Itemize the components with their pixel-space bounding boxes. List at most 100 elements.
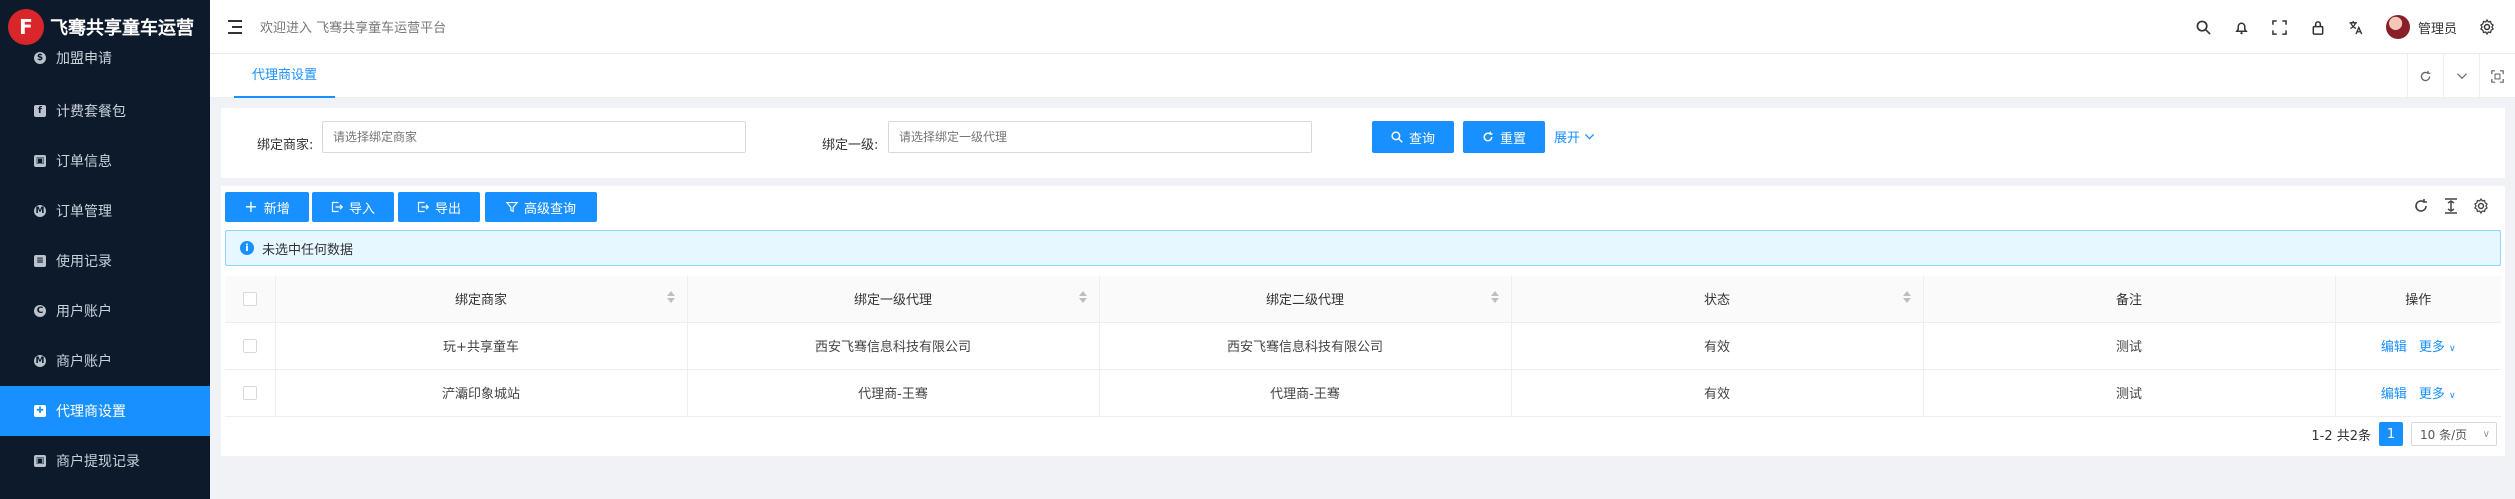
sidebar-item-order-management[interactable]: M 订单管理 xyxy=(0,186,210,236)
expand-icon[interactable] xyxy=(2479,54,2515,98)
column-header-remark: 备注 xyxy=(1923,276,2336,323)
welcome-text: 欢迎进入 飞骞共享童车运营平台 xyxy=(260,21,447,36)
edit-link[interactable]: 编辑 xyxy=(2381,387,2407,402)
query-button[interactable]: 查询 xyxy=(1372,121,1454,153)
reload-icon[interactable] xyxy=(2413,198,2429,218)
more-link[interactable]: 更多 ∨ xyxy=(2419,340,2456,355)
sort-icon[interactable] xyxy=(1078,291,1087,303)
document-icon: ≡ xyxy=(34,255,46,267)
bell-icon[interactable] xyxy=(2234,19,2250,35)
cell-level2: 代理商-王骞 xyxy=(1099,369,1512,417)
table-row[interactable]: 浐灞印象城站 代理商-王骞 代理商-王骞 有效 测试 编辑 更多 ∨ xyxy=(225,369,2501,417)
sort-icon[interactable] xyxy=(1902,291,1911,303)
reset-button[interactable]: 重置 xyxy=(1463,121,1545,153)
menu-fold-icon[interactable] xyxy=(228,19,246,34)
column-header-merchant[interactable]: 绑定商家 xyxy=(275,276,688,323)
sidebar-item-label: 商户提现记录 xyxy=(56,454,140,470)
cell-level2: 西安飞骞信息科技有限公司 xyxy=(1099,322,1512,370)
table-panel: + 新增 导入 导出 高级查询 i 未选中任何数据 绑定商家 绑定一级代理 绑定… xyxy=(221,186,2505,456)
sidebar-item-agent-settings[interactable]: ✚ 代理商设置 xyxy=(0,386,210,436)
chevron-down-icon xyxy=(1585,133,1595,140)
sidebar-item-label: 商户账户 xyxy=(56,354,112,370)
logo[interactable]: F 飞骞共享童车运营 xyxy=(0,0,210,54)
cell-merchant: 玩+共享童车 xyxy=(275,322,688,370)
fullscreen-icon[interactable] xyxy=(2272,19,2288,35)
alert-text: 未选中任何数据 xyxy=(262,242,354,258)
sidebar-item-user-accounts[interactable]: C 用户账户 xyxy=(0,286,210,336)
search-panel: 绑定商家: 绑定一级: 查询 重置 展开 xyxy=(221,108,2505,178)
more-link[interactable]: 更多 ∨ xyxy=(2419,387,2456,402)
cell-actions: 编辑 更多 ∨ xyxy=(2335,322,2501,370)
chevron-down-icon: ∨ xyxy=(2449,391,2456,401)
pagination-summary: 1-2 共2条 xyxy=(2311,428,2371,444)
import-icon xyxy=(331,201,343,213)
row-checkbox[interactable] xyxy=(242,338,257,353)
expand-link[interactable]: 展开 xyxy=(1554,127,1595,146)
cell-remark: 测试 xyxy=(1923,369,2336,417)
sidebar-item-merchant-withdrawals[interactable]: ▣ 商户提现记录 xyxy=(0,436,210,486)
plus-icon: + xyxy=(244,197,258,216)
import-button[interactable]: 导入 xyxy=(312,192,394,222)
cell-merchant: 浐灞印象城站 xyxy=(275,369,688,417)
column-header-status[interactable]: 状态 xyxy=(1511,276,1924,323)
edit-link[interactable]: 编辑 xyxy=(2381,340,2407,355)
agent-table: 绑定商家 绑定一级代理 绑定二级代理 状态 备注 操作 玩+共享童车 西安飞骞信… xyxy=(225,276,2501,417)
add-button[interactable]: + 新增 xyxy=(225,192,309,222)
cell-actions: 编辑 更多 ∨ xyxy=(2335,369,2501,417)
reload-icon xyxy=(1483,131,1493,142)
sidebar: F 飞骞共享童车运营 $ 加盟申请 f 计费套餐包 ▣ 订单信息 M 订单管理 … xyxy=(0,0,210,499)
gear-icon[interactable] xyxy=(2479,19,2495,35)
page-size-select[interactable]: 10 条/页 ∨ xyxy=(2411,422,2497,446)
translate-icon[interactable] xyxy=(2348,19,2364,35)
header-actions: 管理员 xyxy=(2196,0,2495,54)
query-label: 查询 xyxy=(1408,131,1435,147)
export-label: 导出 xyxy=(434,201,461,217)
column-header-level2[interactable]: 绑定二级代理 xyxy=(1099,276,1512,323)
gear-icon[interactable] xyxy=(2473,197,2489,218)
export-button[interactable]: 导出 xyxy=(398,192,480,222)
sidebar-item-franchise-apply[interactable]: $ 加盟申请 xyxy=(0,48,210,68)
search-icon[interactable] xyxy=(2196,19,2212,35)
merchant-label: 绑定商家: xyxy=(257,138,314,153)
sidebar-item-usage-records[interactable]: ≡ 使用记录 xyxy=(0,236,210,286)
level1-select[interactable] xyxy=(888,121,1312,153)
advanced-query-button[interactable]: 高级查询 xyxy=(485,192,597,222)
sort-icon[interactable] xyxy=(1490,291,1499,303)
select-all-cell[interactable] xyxy=(225,276,276,323)
level1-label: 绑定一级: xyxy=(822,138,879,153)
table-row[interactable]: 玩+共享童车 西安飞骞信息科技有限公司 西安飞骞信息科技有限公司 有效 测试 编… xyxy=(225,322,2501,370)
cell-level1: 西安飞骞信息科技有限公司 xyxy=(687,322,1100,370)
chevron-down-icon[interactable] xyxy=(2443,54,2479,98)
user-name[interactable]: 管理员 xyxy=(2418,18,2457,37)
column-header-level1[interactable]: 绑定一级代理 xyxy=(687,276,1100,323)
tab-agent-settings[interactable]: 代理商设置 xyxy=(234,54,336,98)
avatar[interactable] xyxy=(2385,15,2410,39)
sidebar-item-order-info[interactable]: ▣ 订单信息 xyxy=(0,136,210,186)
copyright-icon: C xyxy=(34,305,46,317)
sidebar-item-label: 计费套餐包 xyxy=(56,104,126,120)
pagination: 1-2 共2条 1 10 条/页 ∨ xyxy=(2311,422,2497,446)
sort-icon[interactable] xyxy=(666,291,675,303)
add-label: 新增 xyxy=(263,201,290,217)
sidebar-item-label: 加盟申请 xyxy=(56,51,112,67)
info-icon: i xyxy=(240,241,254,255)
page-button-current[interactable]: 1 xyxy=(2379,422,2403,446)
m-circle-icon: M xyxy=(34,355,46,367)
sidebar-item-label: 订单管理 xyxy=(56,204,112,220)
m-circle-icon: M xyxy=(34,205,46,217)
cell-remark: 测试 xyxy=(1923,322,2336,370)
table-tools xyxy=(2413,197,2489,218)
merchant-select[interactable] xyxy=(322,121,746,153)
sidebar-item-label: 代理商设置 xyxy=(56,404,126,420)
select-all-checkbox[interactable] xyxy=(242,291,257,306)
lock-icon[interactable] xyxy=(2310,19,2326,35)
sidebar-menu: $ 加盟申请 f 计费套餐包 ▣ 订单信息 M 订单管理 ≡ 使用记录 C 用户… xyxy=(0,48,210,486)
sidebar-item-merchant-accounts[interactable]: M 商户账户 xyxy=(0,336,210,386)
sidebar-item-billing-package[interactable]: f 计费套餐包 xyxy=(0,86,210,136)
row-checkbox[interactable] xyxy=(242,385,257,400)
app-title: 飞骞共享童车运营 xyxy=(50,18,194,39)
facebook-icon: f xyxy=(34,105,46,117)
box-icon: ▣ xyxy=(34,155,46,167)
reload-icon[interactable] xyxy=(2407,54,2443,98)
column-height-icon[interactable] xyxy=(2443,198,2459,218)
